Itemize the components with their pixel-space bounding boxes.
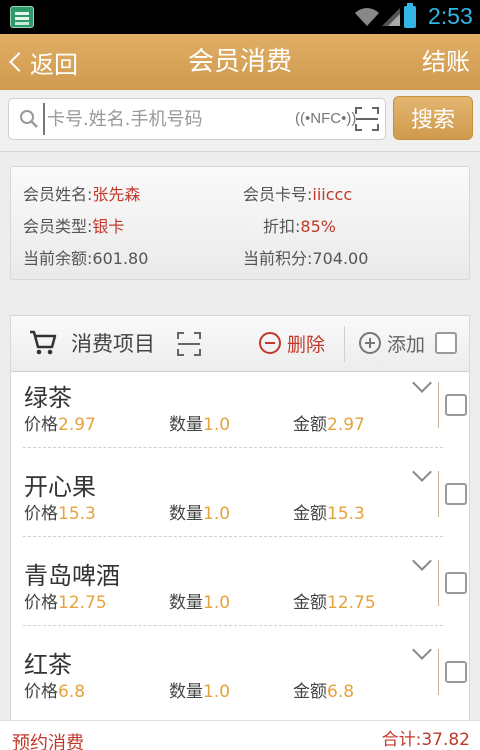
search-icon xyxy=(20,110,38,128)
status-time: 2:53 xyxy=(428,3,473,29)
list-item[interactable]: 绿茶 价格2.97 数量1.0 金额2.97 xyxy=(11,372,469,461)
item-amount: 金额2.97 xyxy=(293,415,365,435)
item-price: 价格2.97 xyxy=(24,415,96,435)
item-qty: 数量1.0 xyxy=(169,504,231,524)
panel-header: 消费项目 删除 添加 xyxy=(11,316,469,372)
chevron-left-icon xyxy=(9,52,29,72)
item-price: 价格15.3 xyxy=(24,504,96,524)
chevron-down-icon[interactable] xyxy=(412,462,432,482)
chevron-down-icon[interactable] xyxy=(412,551,432,571)
item-divider xyxy=(438,382,439,428)
section-title: 消费项目 xyxy=(71,332,155,356)
list-item[interactable]: 青岛啤酒 价格12.75 数量1.0 金额12.75 xyxy=(11,550,469,639)
app-notification-icon xyxy=(10,6,34,28)
search-row: ((•NFC•)) 搜索 xyxy=(0,90,480,152)
search-input[interactable] xyxy=(43,103,263,135)
member-balance-field: 当前余额:601.80 xyxy=(23,249,149,268)
item-checkbox[interactable] xyxy=(445,483,467,505)
status-bar: 2:53 xyxy=(0,0,480,34)
item-price: 价格6.8 xyxy=(24,682,86,702)
signal-icon xyxy=(382,8,400,26)
member-name-field: 会员姓名:张先森 xyxy=(23,185,141,204)
item-divider xyxy=(438,471,439,517)
member-balance: 601.80 xyxy=(92,249,149,268)
item-qty: 数量1.0 xyxy=(169,682,231,702)
list-item[interactable]: 开心果 价格15.3 数量1.0 金额15.3 xyxy=(11,461,469,550)
minus-circle-icon xyxy=(259,332,281,354)
back-button[interactable]: 返回 xyxy=(6,34,78,90)
search-button[interactable]: 搜索 xyxy=(393,96,473,140)
chevron-down-icon[interactable] xyxy=(412,373,432,393)
item-qty: 数量1.0 xyxy=(169,593,231,613)
item-divider xyxy=(438,649,439,695)
total-amount: 合计:37.82 xyxy=(381,730,470,750)
member-name: 张先森 xyxy=(92,185,141,204)
list-item[interactable]: 红茶 价格6.8 数量1.0 金额6.8 xyxy=(11,639,469,728)
item-separator xyxy=(23,625,443,626)
delete-button[interactable]: 删除 xyxy=(259,328,325,358)
add-button[interactable]: 添加 xyxy=(359,328,425,358)
scan-icon[interactable] xyxy=(355,107,379,131)
member-card: iiiccc xyxy=(312,185,353,204)
chevron-down-icon[interactable] xyxy=(412,640,432,660)
scan-item-icon[interactable] xyxy=(177,332,201,356)
nfc-button[interactable]: ((•NFC•)) xyxy=(295,110,356,127)
item-name: 红茶 xyxy=(24,651,72,679)
member-type: 银卡 xyxy=(92,217,125,236)
wifi-icon xyxy=(355,8,379,26)
member-points: 704.00 xyxy=(312,249,369,268)
item-separator xyxy=(23,536,443,537)
item-checkbox[interactable] xyxy=(445,572,467,594)
item-amount: 金额15.3 xyxy=(293,504,365,524)
member-points-field: 当前积分:704.00 xyxy=(243,249,369,268)
item-separator xyxy=(23,447,443,448)
header-divider xyxy=(344,326,345,362)
member-info-card: 会员姓名:张先森 会员卡号:iiiccc 会员类型:银卡 折扣:85% 当前余额… xyxy=(10,166,470,280)
footer-bar: 预约消费 合计:37.82 xyxy=(0,720,480,750)
member-discount: 85% xyxy=(300,217,336,236)
consumption-panel: 消费项目 删除 添加 绿茶 价格2.97 数量1.0 金额2.97 开心果 价格… xyxy=(10,315,470,750)
item-amount: 金额6.8 xyxy=(293,682,355,702)
item-checkbox[interactable] xyxy=(445,394,467,416)
item-price: 价格12.75 xyxy=(24,593,107,613)
select-all-checkbox[interactable] xyxy=(435,332,457,354)
member-type-field: 会员类型:银卡 xyxy=(23,217,125,236)
item-qty: 数量1.0 xyxy=(169,415,231,435)
search-box: ((•NFC•)) xyxy=(8,98,386,140)
delete-label: 删除 xyxy=(287,333,326,356)
shopping-cart-icon xyxy=(30,330,57,355)
item-divider xyxy=(438,560,439,606)
plus-circle-icon xyxy=(359,332,381,354)
item-name: 开心果 xyxy=(24,473,96,501)
item-name: 青岛啤酒 xyxy=(24,562,120,590)
reserve-button[interactable]: 预约消费 xyxy=(12,729,84,750)
member-discount-field: 折扣:85% xyxy=(263,217,336,236)
title-bar: 返回 会员消费 结账 xyxy=(0,34,480,90)
item-amount: 金额12.75 xyxy=(293,593,376,613)
item-checkbox[interactable] xyxy=(445,661,467,683)
back-label: 返回 xyxy=(30,50,78,79)
battery-icon xyxy=(404,3,416,28)
member-card-field: 会员卡号:iiiccc xyxy=(243,185,353,204)
checkout-button[interactable]: 结账 xyxy=(422,34,470,90)
add-label: 添加 xyxy=(387,333,426,356)
item-name: 绿茶 xyxy=(24,384,72,412)
